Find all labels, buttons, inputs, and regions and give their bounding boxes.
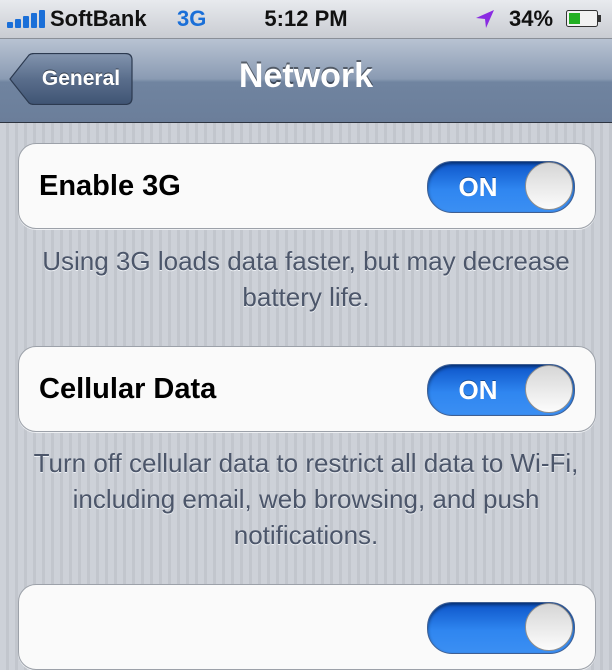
- toggle-knob: [525, 365, 573, 413]
- location-arrow-icon: [476, 10, 494, 28]
- next-toggle[interactable]: [427, 602, 575, 654]
- toggle-knob: [525, 162, 573, 210]
- battery-percent: 34%: [509, 6, 554, 31]
- settings-cell-cellular-data: Cellular Data ON: [18, 346, 596, 432]
- enable-3g-toggle[interactable]: ON: [427, 161, 575, 213]
- toggle-knob: [525, 603, 573, 651]
- cellular-data-note: Turn off cellular data to restrict all d…: [33, 448, 579, 550]
- enable-3g-note: Using 3G loads data faster, but may decr…: [42, 246, 570, 312]
- status-bar: SoftBank 3G 5:12 PM 34%: [0, 0, 612, 39]
- enable-3g-label: Enable 3G: [39, 170, 181, 202]
- enable-3g-toggle-state: ON: [458, 172, 498, 202]
- battery-icon: [566, 10, 601, 27]
- page-title: Network: [238, 57, 374, 95]
- navigation-bar: General Network: [0, 39, 612, 123]
- cellular-data-label: Cellular Data: [39, 373, 217, 405]
- cellular-data-toggle[interactable]: ON: [427, 364, 575, 416]
- cellular-data-toggle-state: ON: [458, 375, 498, 405]
- settings-cell-next[interactable]: [18, 584, 596, 670]
- settings-cell-enable-3g: Enable 3G ON: [18, 143, 596, 229]
